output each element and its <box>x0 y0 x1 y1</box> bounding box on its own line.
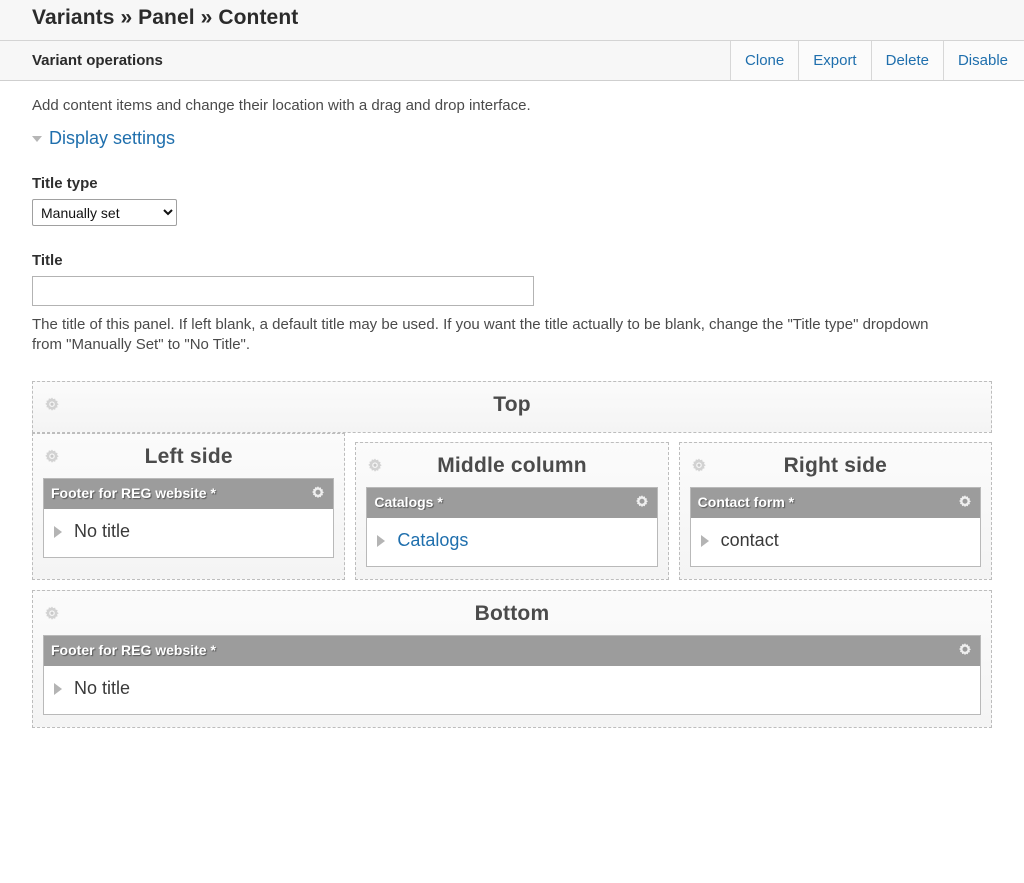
pane-header: Catalogs * <box>367 487 657 518</box>
gear-icon[interactable] <box>690 457 708 475</box>
region-middle-column-header: Middle column <box>366 451 657 481</box>
display-settings-label[interactable]: Display settings <box>49 128 175 149</box>
triangle-right-icon[interactable] <box>700 534 709 547</box>
title-type-select[interactable]: Manually set No title <box>32 199 177 226</box>
region-columns: Left side Footer for REG website * No ti… <box>32 432 992 580</box>
panel-regions: Top Left side Footer for REG website * N… <box>32 380 992 728</box>
region-middle-column-title: Middle column <box>437 453 587 477</box>
pane-body-text: No title <box>74 678 131 699</box>
pane-body-text[interactable]: Catalogs <box>397 530 468 551</box>
region-bottom-header: Bottom <box>43 599 981 629</box>
region-top-title: Top <box>493 392 531 416</box>
title-label: Title <box>32 252 63 269</box>
title-help-text: The title of this panel. If left blank, … <box>32 316 929 353</box>
intro-text: Add content items and change their locat… <box>32 97 531 114</box>
gear-icon[interactable] <box>957 642 973 658</box>
breadcrumb: Variants » Panel » Content <box>32 6 299 29</box>
region-left-side-title: Left side <box>144 444 233 468</box>
pane-title: Catalogs * <box>374 494 443 511</box>
content-area: Add content items and change their locat… <box>0 97 1024 728</box>
triangle-down-icon <box>32 135 42 142</box>
region-bottom[interactable]: Bottom Footer for REG website * No title <box>32 589 992 728</box>
pane[interactable]: Footer for REG website * No title <box>43 477 335 558</box>
gear-icon[interactable] <box>366 457 384 475</box>
region-left-side-header: Left side <box>43 442 334 472</box>
pane-title: Footer for REG website * <box>51 485 216 502</box>
pane-header: Footer for REG website * <box>44 635 980 666</box>
variant-operations-label: Variant operations <box>32 52 163 69</box>
gear-icon[interactable] <box>43 396 61 414</box>
triangle-right-icon[interactable] <box>54 525 62 538</box>
pane[interactable]: Footer for REG website * No title <box>43 634 981 715</box>
gear-icon[interactable] <box>634 494 650 510</box>
pane-body-text: No title <box>74 521 131 542</box>
page-header: Variants » Panel » Content <box>0 0 1024 41</box>
pane-title: Footer for REG website * <box>51 642 216 659</box>
pane-header: Contact form * <box>690 487 980 518</box>
title-type-field: Title type Manually set No title <box>32 175 992 226</box>
disable-button[interactable]: Disable <box>942 41 1024 80</box>
region-top[interactable]: Top <box>32 380 992 433</box>
export-button[interactable]: Export <box>798 41 871 80</box>
gear-icon[interactable] <box>43 448 61 466</box>
gear-icon[interactable] <box>310 485 326 501</box>
region-left-side[interactable]: Left side Footer for REG website * No ti… <box>32 432 346 580</box>
region-right-side-header: Right side <box>690 451 981 481</box>
gear-icon[interactable] <box>43 605 61 623</box>
pane-body: No title <box>44 665 980 714</box>
region-top-header: Top <box>43 390 981 420</box>
pane[interactable]: Catalogs * Catalogs <box>366 486 658 567</box>
triangle-right-icon[interactable] <box>377 534 386 547</box>
title-input[interactable] <box>32 276 534 306</box>
title-type-label: Title type <box>32 175 98 192</box>
pane-body: No title <box>44 508 334 557</box>
display-settings-toggle[interactable]: Display settings <box>32 128 992 149</box>
pane-body: Catalogs <box>367 517 657 566</box>
triangle-right-icon[interactable] <box>54 682 62 695</box>
region-bottom-title: Bottom <box>474 601 550 625</box>
variant-operations-links: Clone Export Delete Disable <box>730 41 1024 80</box>
region-right-side[interactable]: Right side Contact form * contact <box>678 441 992 580</box>
pane-body: contact <box>690 517 980 566</box>
variant-operations-bar: Variant operations Clone Export Delete D… <box>0 41 1024 81</box>
clone-button[interactable]: Clone <box>730 41 799 80</box>
pane[interactable]: Contact form * contact <box>689 486 981 567</box>
region-right-side-title: Right side <box>783 453 888 477</box>
delete-button[interactable]: Delete <box>870 41 943 80</box>
region-middle-column[interactable]: Middle column Catalogs * Catalogs <box>355 441 669 580</box>
pane-title: Contact form * <box>697 494 795 511</box>
pane-body-text: contact <box>720 530 779 551</box>
gear-icon[interactable] <box>957 494 973 510</box>
title-field: Title The title of this panel. If left b… <box>32 252 992 355</box>
pane-header: Footer for REG website * <box>44 478 334 509</box>
